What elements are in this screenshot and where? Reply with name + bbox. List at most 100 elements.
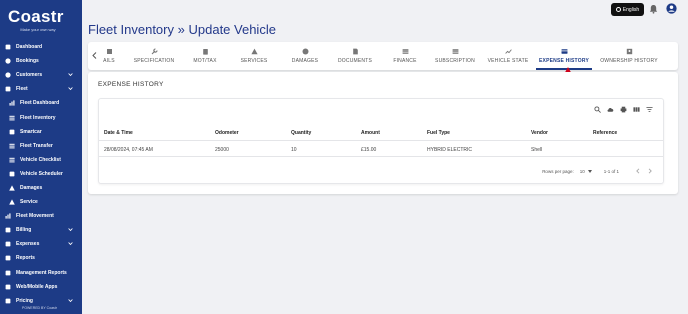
table-icon <box>402 49 408 54</box>
chevron-down-icon[interactable] <box>68 227 73 232</box>
language-label: English <box>622 6 640 13</box>
sidebar-item-label: Bookings <box>16 58 39 65</box>
column-header[interactable]: Date & Time <box>104 130 133 136</box>
sidebar-item-label: Fleet Movement <box>16 213 54 220</box>
tab-documents[interactable]: DOCUMENTS <box>334 42 376 70</box>
sidebar-item-dashboard[interactable]: Dashboard <box>0 40 82 54</box>
language-button[interactable]: English <box>611 3 644 16</box>
chevron-down-icon[interactable] <box>68 298 73 303</box>
next-page-icon[interactable] <box>647 168 653 174</box>
sidebar-item-bookings[interactable]: Bookings <box>0 54 82 68</box>
chevron-down-icon[interactable] <box>68 241 73 246</box>
table-cell: 10 <box>291 147 297 153</box>
chevron-down-icon[interactable] <box>68 86 73 91</box>
customers-icon <box>5 72 11 78</box>
sidebar-item-damages[interactable]: Damages <box>0 181 82 195</box>
sidebar-item-vehicle-checklist[interactable]: Vehicle Checklist <box>0 153 82 167</box>
previous-page-icon[interactable] <box>635 168 641 174</box>
sidebar-item-label: Billing <box>16 227 32 234</box>
warning-icon <box>9 185 15 191</box>
page-title-bar: Fleet Inventory » Update Vehicle <box>88 22 276 37</box>
car-icon <box>5 86 11 92</box>
sidebar-item-label: Web/Mobile Apps <box>16 283 58 290</box>
pricing-icon <box>5 298 11 304</box>
column-header[interactable]: Vendor <box>531 130 548 136</box>
sidebar-item-smartcar[interactable]: Smartcar <box>0 125 82 139</box>
sidebar-item-label: Vehicle Checklist <box>20 156 61 163</box>
sidebar-item-billing[interactable]: Billing <box>0 223 82 237</box>
tab-finance[interactable]: FINANCE <box>390 42 420 70</box>
sidebar-item-fleet-inventory[interactable]: Fleet Inventory <box>0 110 82 124</box>
management-reports-icon <box>5 270 11 276</box>
rows-per-page-label: Rows per page: <box>542 168 574 174</box>
view-columns-icon[interactable] <box>633 106 640 113</box>
tab-label: DOCUMENTS <box>337 58 373 64</box>
search-icon[interactable] <box>594 106 601 113</box>
sidebar-item-label: Fleet <box>16 86 28 93</box>
tab-subscription[interactable]: SUBSCRIPTION <box>432 42 478 70</box>
sidebar-item-vehicle-scheduler[interactable]: Vehicle Scheduler <box>0 167 82 181</box>
user-avatar-icon[interactable] <box>666 3 677 14</box>
sidebar-item-fleet-dashboard[interactable]: Fleet Dashboard <box>0 96 82 110</box>
column-header[interactable]: Amount <box>361 130 380 136</box>
pagination: Rows per page: 10 1-1 of 1 <box>542 167 653 175</box>
reports-icon <box>5 255 11 261</box>
tab-services[interactable]: SERVICES <box>236 42 272 70</box>
tab-label: FINANCE <box>393 58 417 64</box>
sidebar-item-label: Pricing <box>16 297 33 304</box>
tab-ails[interactable]: AILS <box>98 42 120 70</box>
sidebar-item-management-reports[interactable]: Management Reports <box>0 266 82 280</box>
filter-icon[interactable] <box>646 106 653 113</box>
movement-icon <box>5 213 11 219</box>
sidebar-item-reports[interactable]: Reports <box>0 251 82 265</box>
sidebar: Coastr Make your own way Dashboard Bookin… <box>0 0 82 314</box>
sidebar-item-label: Vehicle Scheduler <box>20 170 63 177</box>
sidebar-item-label: Fleet Transfer <box>20 142 53 149</box>
brand-tagline: Make your own way <box>20 27 56 32</box>
sidebar-item-customers[interactable]: Customers <box>0 68 82 82</box>
tab-mot-tax[interactable]: MOT/TAX <box>190 42 220 70</box>
info-icon <box>302 48 308 55</box>
tabs-scroll-left-icon[interactable] <box>92 52 97 59</box>
expense-table: Date & Time Odometer Quantity Amount Fuel Ty… <box>98 98 664 184</box>
column-header[interactable]: Quantity <box>291 130 311 136</box>
smartcar-icon <box>9 129 15 135</box>
sidebar-item-fleet-movement[interactable]: Fleet Movement <box>0 209 82 223</box>
column-header[interactable]: Odometer <box>215 130 239 136</box>
sidebar-item-fleet-transfer[interactable]: Fleet Transfer <box>0 139 82 153</box>
tab-label: MOT/TAX <box>193 58 217 64</box>
download-icon[interactable] <box>607 106 614 113</box>
table-icon <box>452 49 458 54</box>
sidebar-item-service[interactable]: Service <box>0 195 82 209</box>
tab-label: DAMAGES <box>291 58 319 64</box>
tab-label: EXPENSE HISTORY <box>539 58 589 64</box>
tab-specification[interactable]: SPECIFICATION <box>128 42 180 70</box>
breadcrumb-separator: » <box>177 22 185 37</box>
column-header[interactable]: Reference <box>593 130 617 136</box>
table-header: Date & Time Odometer Quantity Amount Fuel Ty… <box>99 125 663 141</box>
table-toolbar <box>594 106 653 113</box>
sidebar-item-label: Reports <box>16 255 35 262</box>
logo[interactable]: Coastr Make your own way <box>8 8 68 34</box>
notification-bell-icon[interactable] <box>649 4 658 14</box>
print-icon[interactable] <box>620 106 627 113</box>
fleet-inventory-icon <box>9 115 15 121</box>
brand-name: Coastr <box>8 7 64 26</box>
tab-damages[interactable]: DAMAGES <box>288 42 322 70</box>
rows-per-page-select[interactable]: 10 <box>580 169 592 174</box>
sidebar-item-label: Management Reports <box>16 269 67 276</box>
card-icon <box>561 49 567 54</box>
page-title: Update Vehicle <box>188 22 276 37</box>
apps-icon <box>5 284 11 290</box>
sidebar-item-fleet[interactable]: Fleet <box>0 82 82 96</box>
sidebar-item-web-mobile-apps[interactable]: Web/Mobile Apps <box>0 280 82 294</box>
sidebar-item-expenses[interactable]: Expenses <box>0 237 82 251</box>
section-title: EXPENSE HISTORY <box>98 81 164 88</box>
breadcrumb-root[interactable]: Fleet Inventory <box>88 22 174 37</box>
language-icon <box>615 7 621 12</box>
tab-ownership-history[interactable]: OWNERSHIP HISTORY <box>598 42 660 70</box>
tab-vehicle-state[interactable]: VEHICLE STATE <box>486 42 530 70</box>
table-row[interactable]: 28/08/2024, 07:45 AM 25000 10 £15.00 HYBRID … <box>99 141 663 157</box>
chevron-down-icon[interactable] <box>68 72 73 77</box>
column-header[interactable]: Fuel Type <box>427 130 450 136</box>
